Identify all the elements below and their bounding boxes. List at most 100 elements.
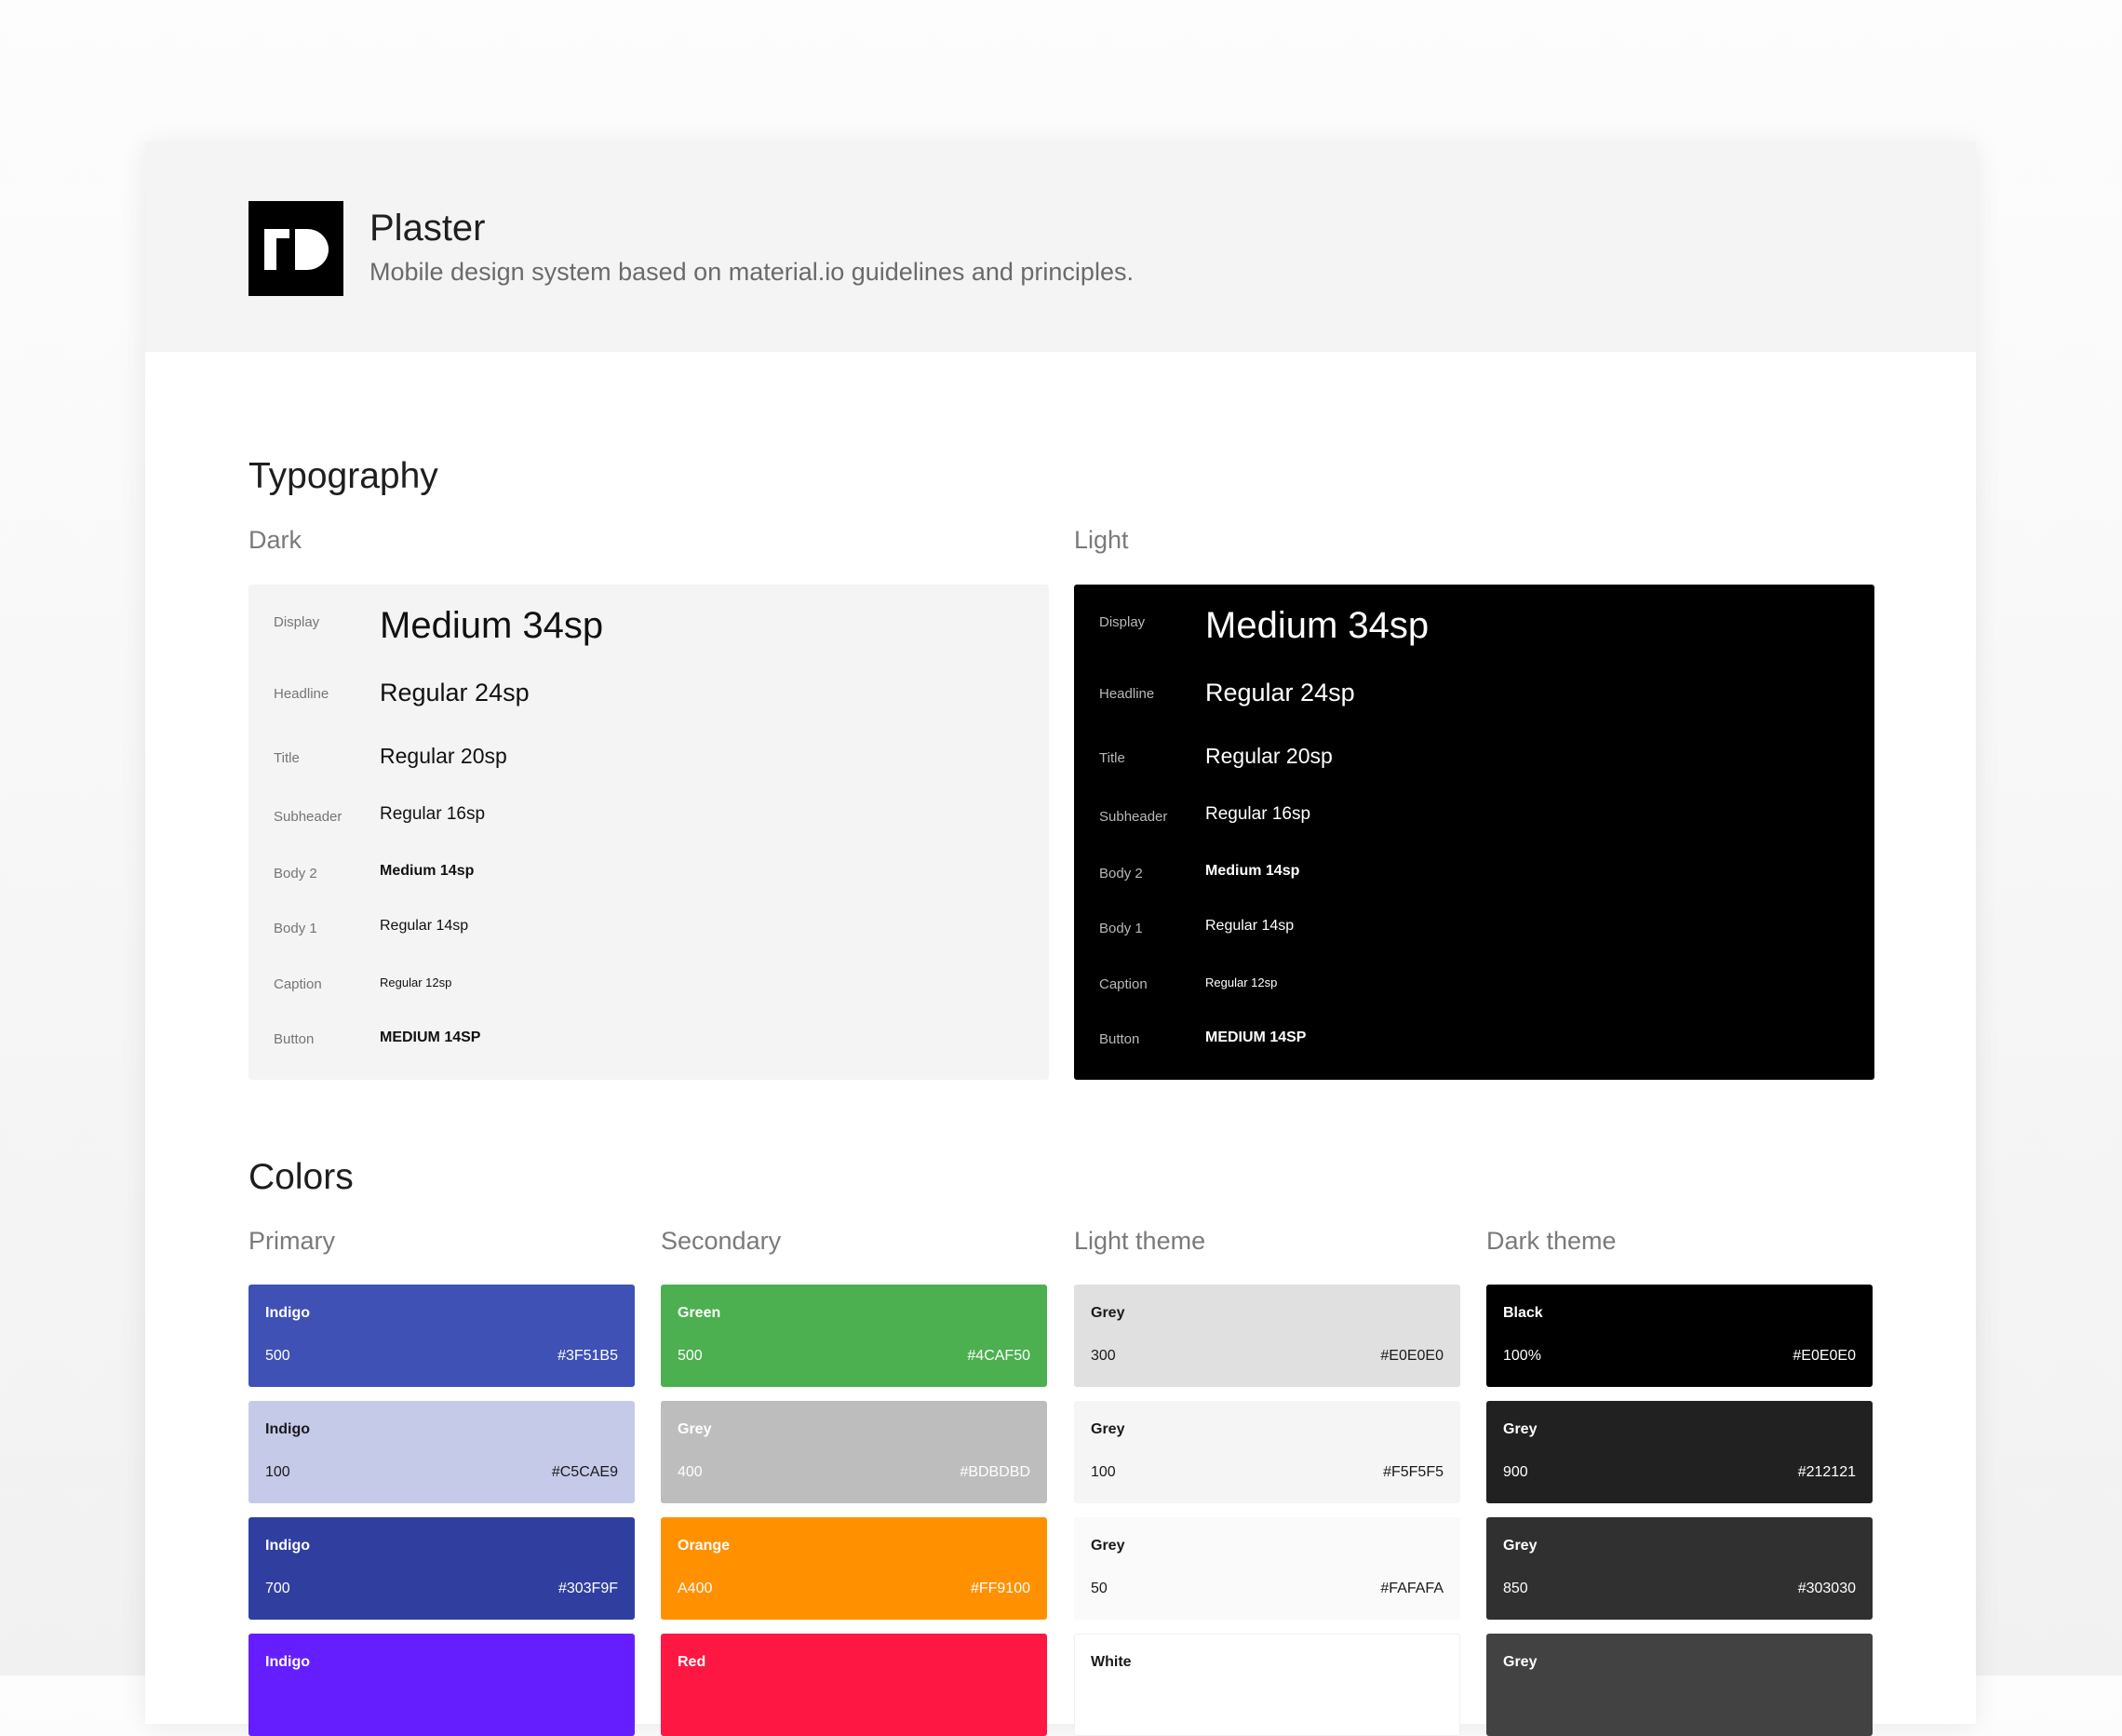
type-sample: Regular 20sp <box>380 744 507 768</box>
swatch-shade: 300 <box>1091 1348 1116 1364</box>
swatch-shade: A400 <box>678 1581 713 1596</box>
typography-title: Typography <box>248 456 438 496</box>
header: Plaster Mobile design system based on ma… <box>145 141 1976 352</box>
swatch-color-name: Grey <box>678 1421 712 1437</box>
swatch-hex-code: #FAFAFA <box>1380 1581 1444 1596</box>
type-sample: Regular 14sp <box>380 918 469 934</box>
type-sample: Regular 24sp <box>380 679 530 707</box>
swatch-hex-code: #F5F5F5 <box>1383 1464 1444 1480</box>
type-sample: Medium 14sp <box>380 863 475 879</box>
swatch-shade: 500 <box>678 1348 703 1364</box>
color-swatch: Indigo 500 #3F51B5 <box>248 1285 635 1387</box>
color-swatch: Indigo <box>248 1634 635 1736</box>
color-group-label-primary: Primary <box>248 1227 335 1255</box>
type-label: Caption <box>274 976 322 992</box>
swatch-hex-code: #303F9F <box>557 1581 618 1596</box>
typography-dark-label: Dark <box>248 526 302 554</box>
design-system-card: Plaster Mobile design system based on ma… <box>145 141 1976 1736</box>
swatch-color-name: Green <box>678 1305 721 1321</box>
color-swatch: Grey 100 #F5F5F5 <box>1074 1401 1460 1503</box>
type-sample: MEDIUM 14SP <box>1205 1029 1307 1045</box>
swatch-color-name: Indigo <box>265 1305 310 1321</box>
type-label: Subheader <box>274 809 342 825</box>
swatch-color-name: Black <box>1503 1305 1543 1321</box>
plaster-logo-icon <box>248 201 343 296</box>
swatch-hex-code: #E0E0E0 <box>1793 1348 1856 1364</box>
swatch-shade: 850 <box>1503 1581 1528 1596</box>
swatch-shade: 100 <box>1091 1464 1116 1480</box>
type-label: Button <box>1099 1031 1140 1047</box>
type-sample: Regular 12sp <box>1205 976 1278 989</box>
type-sample: Regular 14sp <box>1205 918 1295 934</box>
color-swatch: Indigo 700 #303F9F <box>248 1517 635 1620</box>
swatch-color-name: White <box>1091 1654 1132 1670</box>
swatch-shade: 100 <box>265 1464 290 1480</box>
color-swatch: Red <box>661 1634 1047 1736</box>
type-sample: Medium 14sp <box>1205 863 1300 879</box>
swatch-color-name: Indigo <box>265 1538 310 1554</box>
swatch-hex-code: #FF9100 <box>970 1581 1030 1596</box>
swatch-hex-code: #212121 <box>1797 1464 1856 1480</box>
type-sample: MEDIUM 14SP <box>380 1029 481 1045</box>
color-swatch: Green 500 #4CAF50 <box>661 1285 1047 1387</box>
color-swatch: Grey 900 #212121 <box>1486 1401 1873 1503</box>
type-label: Subheader <box>1099 809 1168 825</box>
type-label: Headline <box>274 686 329 702</box>
color-swatch: Grey 400 #BDBDBD <box>661 1401 1047 1503</box>
swatch-shade: 500 <box>265 1348 290 1364</box>
type-label: Title <box>1099 750 1125 766</box>
type-sample: Medium 34sp <box>1205 605 1430 646</box>
type-sample: Regular 24sp <box>1205 679 1355 707</box>
app-description: Mobile design system based on material.i… <box>369 258 1134 286</box>
colors-title: Colors <box>248 1157 354 1197</box>
swatch-hex-code: #E0E0E0 <box>1380 1348 1444 1364</box>
color-swatch: White <box>1074 1634 1460 1736</box>
swatch-color-name: Red <box>678 1654 706 1670</box>
swatch-shade: 700 <box>265 1581 290 1596</box>
typography-light-panel: Display Medium 34sp Headline Regular 24s… <box>1074 585 1874 1080</box>
color-swatch: Grey 850 #303030 <box>1486 1517 1873 1620</box>
swatch-color-name: Grey <box>1503 1538 1538 1554</box>
color-swatch: Black 100% #E0E0E0 <box>1486 1285 1873 1387</box>
app-title: Plaster <box>369 208 486 249</box>
swatch-shade: 400 <box>678 1464 703 1480</box>
swatch-color-name: Indigo <box>265 1421 310 1437</box>
swatch-color-name: Grey <box>1091 1305 1125 1321</box>
type-label: Title <box>274 750 300 766</box>
swatch-shade: 50 <box>1091 1581 1108 1596</box>
type-sample: Medium 34sp <box>380 605 604 646</box>
swatch-hex-code: #C5CAE9 <box>551 1464 618 1480</box>
color-swatch: Grey 50 #FAFAFA <box>1074 1517 1460 1620</box>
swatch-shade: 900 <box>1503 1464 1528 1480</box>
type-sample: Regular 20sp <box>1205 744 1333 768</box>
color-group-label-dark-theme: Dark theme <box>1486 1227 1617 1255</box>
type-label: Body 2 <box>1099 866 1143 881</box>
type-label: Display <box>274 614 320 630</box>
color-swatch: Indigo 100 #C5CAE9 <box>248 1401 635 1503</box>
type-label: Caption <box>1099 976 1148 992</box>
swatch-color-name: Grey <box>1503 1654 1538 1670</box>
type-label: Display <box>1099 614 1146 630</box>
color-swatch: Orange A400 #FF9100 <box>661 1517 1047 1620</box>
type-sample: Regular 16sp <box>1205 804 1311 824</box>
swatch-hex-code: #BDBDBD <box>960 1464 1030 1480</box>
swatch-shade: 100% <box>1503 1348 1541 1364</box>
swatch-hex-code: #303030 <box>1797 1581 1856 1596</box>
type-label: Headline <box>1099 686 1155 702</box>
swatch-hex-code: #4CAF50 <box>967 1348 1030 1364</box>
swatch-color-name: Grey <box>1091 1421 1125 1437</box>
swatch-color-name: Grey <box>1503 1421 1538 1437</box>
type-label: Body 2 <box>274 866 317 881</box>
color-swatch: Grey <box>1486 1634 1873 1736</box>
type-label: Body 1 <box>1099 921 1143 936</box>
swatch-color-name: Indigo <box>265 1654 310 1670</box>
type-label: Body 1 <box>274 921 317 936</box>
swatch-color-name: Orange <box>678 1538 731 1554</box>
swatch-color-name: Grey <box>1091 1538 1125 1554</box>
color-group-label-secondary: Secondary <box>661 1227 782 1255</box>
color-group-label-light-theme: Light theme <box>1074 1227 1206 1255</box>
typography-dark-panel: Display Medium 34sp Headline Regular 24s… <box>248 585 1049 1080</box>
typography-light-label: Light <box>1074 526 1129 554</box>
type-sample: Regular 16sp <box>380 804 486 824</box>
color-swatch: Grey 300 #E0E0E0 <box>1074 1285 1460 1387</box>
